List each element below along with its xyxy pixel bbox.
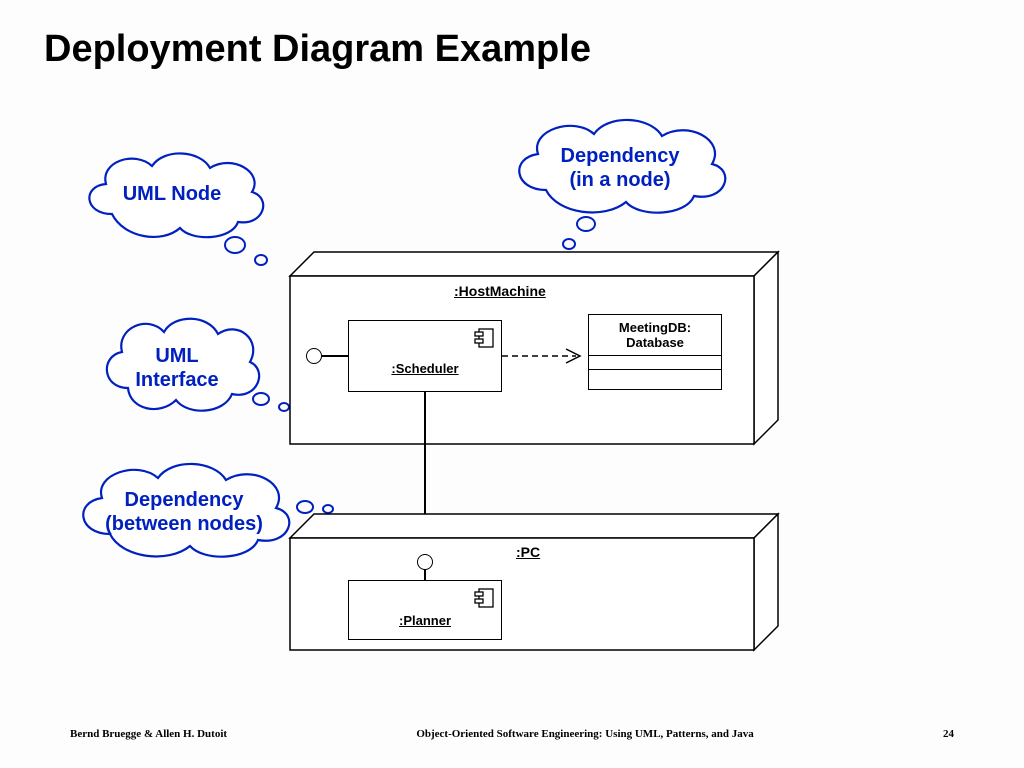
dependency-arrow-in-node bbox=[502, 346, 592, 366]
slide-title: Deployment Diagram Example bbox=[44, 28, 591, 71]
database-meetingdb: MeetingDB: Database bbox=[588, 314, 722, 390]
thought-bubble-icon bbox=[252, 392, 270, 406]
thought-bubble-icon bbox=[296, 500, 314, 514]
interface-lollipop-icon bbox=[306, 348, 322, 364]
thought-bubble-icon bbox=[278, 402, 290, 412]
footer-page: 24 bbox=[943, 728, 954, 740]
thought-bubble-icon bbox=[322, 504, 334, 514]
thought-bubble-icon bbox=[254, 254, 268, 266]
annotation-uml-interface: UML Interface bbox=[92, 308, 262, 418]
thought-bubble-icon bbox=[576, 216, 596, 232]
thought-bubble-icon bbox=[224, 236, 246, 254]
annotation-dependency-in-node: Dependency (in a node) bbox=[500, 110, 740, 220]
thought-bubble-icon bbox=[562, 238, 576, 250]
component-icon bbox=[473, 327, 495, 349]
interface-lollipop-icon bbox=[417, 554, 433, 570]
annotation-dependency-between-nodes: Dependency (between nodes) bbox=[64, 454, 304, 564]
footer-book: Object-Oriented Software Engineering: Us… bbox=[416, 728, 753, 740]
component-scheduler: :Scheduler bbox=[348, 320, 502, 392]
component-planner: :Planner bbox=[348, 580, 502, 640]
interface-connector bbox=[322, 355, 348, 357]
component-icon bbox=[473, 587, 495, 609]
footer-authors: Bernd Bruegge & Allen H. Dutoit bbox=[70, 728, 227, 740]
node-label-hostmachine: :HostMachine bbox=[454, 283, 546, 299]
slide-footer: Bernd Bruegge & Allen H. Dutoit Object-O… bbox=[0, 728, 1024, 740]
annotation-uml-node: UML Node bbox=[72, 144, 272, 244]
dependency-connector-between-nodes bbox=[424, 392, 426, 568]
node-label-pc: :PC bbox=[516, 544, 540, 560]
